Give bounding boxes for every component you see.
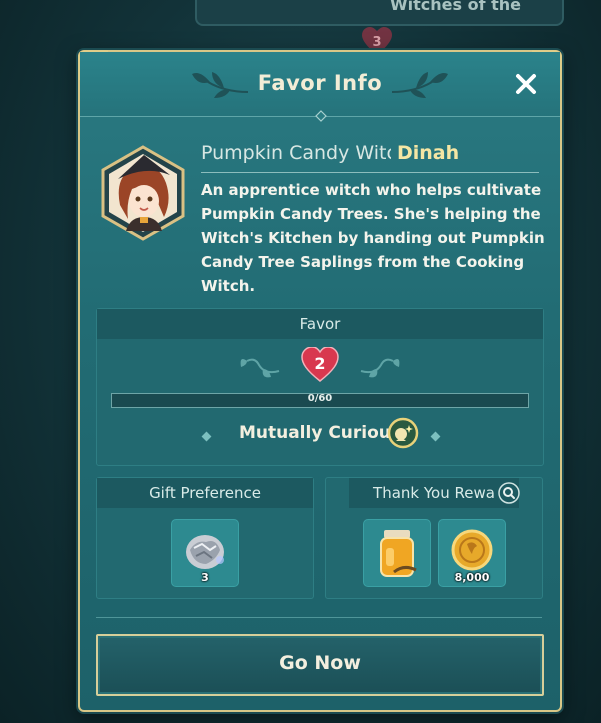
relationship-status-icon[interactable]: [387, 417, 419, 449]
character-name-row: Pumpkin Candy Witch Dinah: [201, 140, 539, 173]
thank-you-rewards-header: Thank You Rewa: [349, 478, 519, 508]
background-banner-text: Witches of the: [390, 0, 522, 14]
background-heart-value: 3: [372, 35, 381, 50]
go-now-label: Go Now: [279, 652, 361, 674]
gift-item-count: 3: [201, 571, 209, 584]
dialog-title: Favor Info: [257, 71, 383, 95]
character-portrait-avatar: [101, 145, 185, 241]
favor-progress-text: 0/60: [307, 393, 333, 404]
vine-ornament-icon: [360, 358, 400, 378]
section-divider: [96, 617, 542, 618]
favor-info-dialog: Favor Info Pumpkin Candy Witch Dinah An …: [78, 50, 562, 712]
favor-status: Mutually Curious: [238, 423, 402, 443]
divider-diamond-icon: [315, 110, 327, 122]
reward-item-count: 8,000: [454, 571, 490, 584]
vine-ornament-icon: [240, 358, 280, 378]
close-icon[interactable]: [510, 68, 542, 100]
gift-item-slot[interactable]: 3: [171, 519, 239, 587]
reward-item-slot[interactable]: 8,000: [438, 519, 506, 587]
favor-progress-bar: 0/60: [111, 393, 529, 408]
go-now-button[interactable]: Go Now: [96, 634, 544, 696]
favor-section: Favor 2 0/60 Mutually Curious: [96, 308, 544, 466]
gift-preference-header: Gift Preference: [97, 478, 313, 508]
gift-preference-section: Gift Preference 3: [96, 477, 314, 599]
favor-level: 2: [314, 354, 326, 373]
leaf-ornament-icon: [391, 72, 448, 98]
reward-item-slot[interactable]: [363, 519, 431, 587]
character-title: Pumpkin Candy Witch: [201, 142, 391, 164]
magnifier-icon[interactable]: [498, 482, 520, 504]
character-description: An apprentice witch who helps cultivate …: [201, 181, 545, 295]
thank-you-rewards-section: Thank You Rewa 8,000: [325, 477, 543, 599]
dialog-header: Favor Info: [80, 52, 560, 117]
character-name: Dinah: [397, 142, 460, 164]
favor-header: Favor: [97, 309, 543, 339]
honey-jar-icon: [380, 530, 417, 577]
